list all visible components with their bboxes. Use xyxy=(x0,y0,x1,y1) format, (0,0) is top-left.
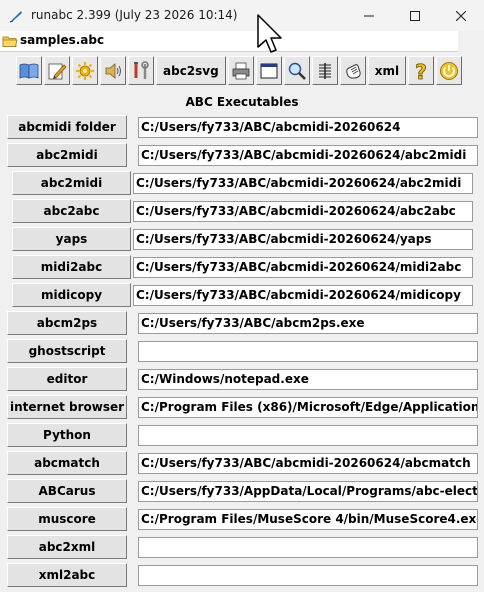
executable-row: midi2abc C:/Users/fy733/ABC/abcmidi-20260… xyxy=(0,255,484,279)
executable-path-input[interactable] xyxy=(138,565,478,586)
executable-path-input[interactable]: C:/Users/fy733/AppData/Local/Programs/ab… xyxy=(138,481,478,502)
executable-path-input[interactable]: C:/Windows/notepad.exe xyxy=(138,369,478,390)
executable-label-button[interactable]: abc2midi xyxy=(7,143,127,167)
folder-icon xyxy=(2,36,18,47)
executable-label-button[interactable]: abc2midi xyxy=(12,171,131,195)
svg-text:?: ? xyxy=(415,60,427,82)
executable-path-input[interactable]: C:/Users/fy733/ABC/abcmidi-20260624/yaps xyxy=(133,229,473,250)
window-button[interactable] xyxy=(255,56,282,85)
executable-row: abcmatch C:/Users/fy733/ABC/abcmidi-20260… xyxy=(0,451,484,475)
executable-label-button[interactable]: editor xyxy=(7,367,127,391)
file-bar[interactable]: samples.abc xyxy=(0,31,458,52)
speaker-button[interactable] xyxy=(100,56,126,85)
executable-path-input[interactable]: C:/Users/fy733/ABC/abcmidi-20260624/midi… xyxy=(133,257,473,278)
executable-row: ghostscript xyxy=(0,339,484,363)
executable-row: internet browser C:/Program Files (x86)/M… xyxy=(0,395,484,419)
book-icon xyxy=(19,63,39,79)
title-bar[interactable]: runabc 2.399 (July 23 2026 10:14) xyxy=(0,0,484,31)
executable-path-input[interactable]: C:/Users/fy733/ABC/abcmidi-20260624/abc2… xyxy=(133,201,473,222)
print-icon xyxy=(232,62,250,79)
hand-button[interactable] xyxy=(339,56,366,85)
abc2svg-button[interactable]: abc2svg xyxy=(156,56,226,85)
executable-label-button[interactable]: muscore xyxy=(7,507,127,531)
power-icon xyxy=(440,61,458,80)
executable-label-button[interactable]: yaps xyxy=(12,227,131,251)
edit-icon xyxy=(48,63,67,79)
equalizer-button[interactable] xyxy=(311,56,338,85)
minimize-button[interactable] xyxy=(346,0,392,31)
settings-button[interactable] xyxy=(72,56,98,85)
close-button[interactable] xyxy=(438,0,484,31)
section-title: ABC Executables xyxy=(185,95,299,109)
executable-row: abcm2ps C:/Users/fy733/ABC/abcm2ps.exe xyxy=(0,311,484,335)
settings-icon xyxy=(76,61,94,80)
executable-row: midicopy C:/Users/fy733/ABC/abcmidi-20260… xyxy=(0,283,484,307)
executable-row: yaps C:/Users/fy733/ABC/abcmidi-20260624/… xyxy=(0,227,484,251)
current-file-name[interactable]: samples.abc xyxy=(20,33,104,47)
equalizer-icon xyxy=(318,62,331,79)
hand-icon xyxy=(345,63,361,78)
window-icon xyxy=(260,63,278,78)
executable-row: abc2midi C:/Users/fy733/ABC/abcmidi-20260… xyxy=(0,171,484,195)
close-icon xyxy=(456,10,466,21)
executable-label-button[interactable]: xml2abc xyxy=(7,563,127,587)
executable-path-input[interactable]: C:/Users/fy733/ABC/abcm2ps.exe xyxy=(138,313,478,334)
help-button[interactable]: ? xyxy=(408,56,435,85)
toolbar: abc2svg xml ? xyxy=(16,56,463,87)
mouse-cursor-icon xyxy=(257,14,282,53)
executable-label-button[interactable]: abc2xml xyxy=(7,535,127,559)
executable-path-input[interactable]: C:/Program Files/MuseScore 4/bin/MuseSco… xyxy=(138,509,478,530)
executable-path-input[interactable] xyxy=(138,341,478,362)
executable-label-button[interactable]: abcm2ps xyxy=(7,311,127,335)
executable-label-button[interactable]: abcmatch xyxy=(7,451,127,475)
executable-path-input[interactable]: C:/Users/fy733/ABC/abcmidi-20260624/midi… xyxy=(133,285,473,306)
executable-path-input[interactable] xyxy=(138,425,478,446)
executable-path-input[interactable]: C:/Users/fy733/ABC/abcmidi-20260624/abcm… xyxy=(138,453,478,474)
search-button[interactable] xyxy=(283,56,310,85)
maximize-icon xyxy=(410,10,420,21)
executable-label-button[interactable]: Python xyxy=(7,423,127,447)
print-button[interactable] xyxy=(227,56,254,85)
help-icon: ? xyxy=(415,60,427,82)
search-icon xyxy=(288,62,306,80)
maximize-button[interactable] xyxy=(392,0,438,31)
executable-label-button[interactable]: abcmidi folder xyxy=(7,115,127,139)
executable-path-input[interactable]: C:/Users/fy733/ABC/abcmidi-20260624 xyxy=(138,117,478,138)
executable-row: Python xyxy=(0,423,484,447)
executable-label-button[interactable]: ABCarus xyxy=(7,479,127,503)
executable-row: ABCarus C:/Users/fy733/AppData/Local/Prog… xyxy=(0,479,484,503)
executable-label-button[interactable]: abc2abc xyxy=(12,199,131,223)
executable-path-input[interactable]: C:/Users/fy733/ABC/abcmidi-20260624/abc2… xyxy=(133,173,473,194)
executable-row: xml2abc xyxy=(0,563,484,587)
executable-label-button[interactable]: midi2abc xyxy=(12,255,131,279)
executable-row: abc2midi C:/Users/fy733/ABC/abcmidi-20260… xyxy=(0,143,484,167)
executable-path-input[interactable]: C:/Users/fy733/ABC/abcmidi-20260624/abc2… xyxy=(138,145,478,166)
minimize-icon xyxy=(364,15,374,16)
xml-button[interactable]: xml xyxy=(367,56,407,85)
edit-button[interactable] xyxy=(44,56,70,85)
tools-icon xyxy=(134,60,149,79)
executable-label-button[interactable]: internet browser xyxy=(7,395,127,419)
executable-row: editor C:/Windows/notepad.exe xyxy=(0,367,484,391)
book-button[interactable] xyxy=(16,56,42,85)
executable-path-input[interactable]: C:/Program Files (x86)/Microsoft/Edge/Ap… xyxy=(138,397,478,418)
feather-pen-icon xyxy=(9,11,22,23)
executable-label-button[interactable]: midicopy xyxy=(12,283,131,307)
executable-path-input[interactable] xyxy=(138,537,478,558)
speaker-icon xyxy=(105,62,121,79)
power-button[interactable] xyxy=(436,56,463,85)
executable-label-button[interactable]: ghostscript xyxy=(7,339,127,363)
window-title: runabc 2.399 (July 23 2026 10:14) xyxy=(31,8,238,22)
executable-row: abc2abc C:/Users/fy733/ABC/abcmidi-202606… xyxy=(0,199,484,223)
executable-row: muscore C:/Program Files/MuseScore 4/bin/… xyxy=(0,507,484,531)
executable-row: abcmidi folder C:/Users/fy733/ABC/abcmidi… xyxy=(0,115,484,139)
tools-button[interactable] xyxy=(128,56,154,85)
executable-row: abc2xml xyxy=(0,535,484,559)
